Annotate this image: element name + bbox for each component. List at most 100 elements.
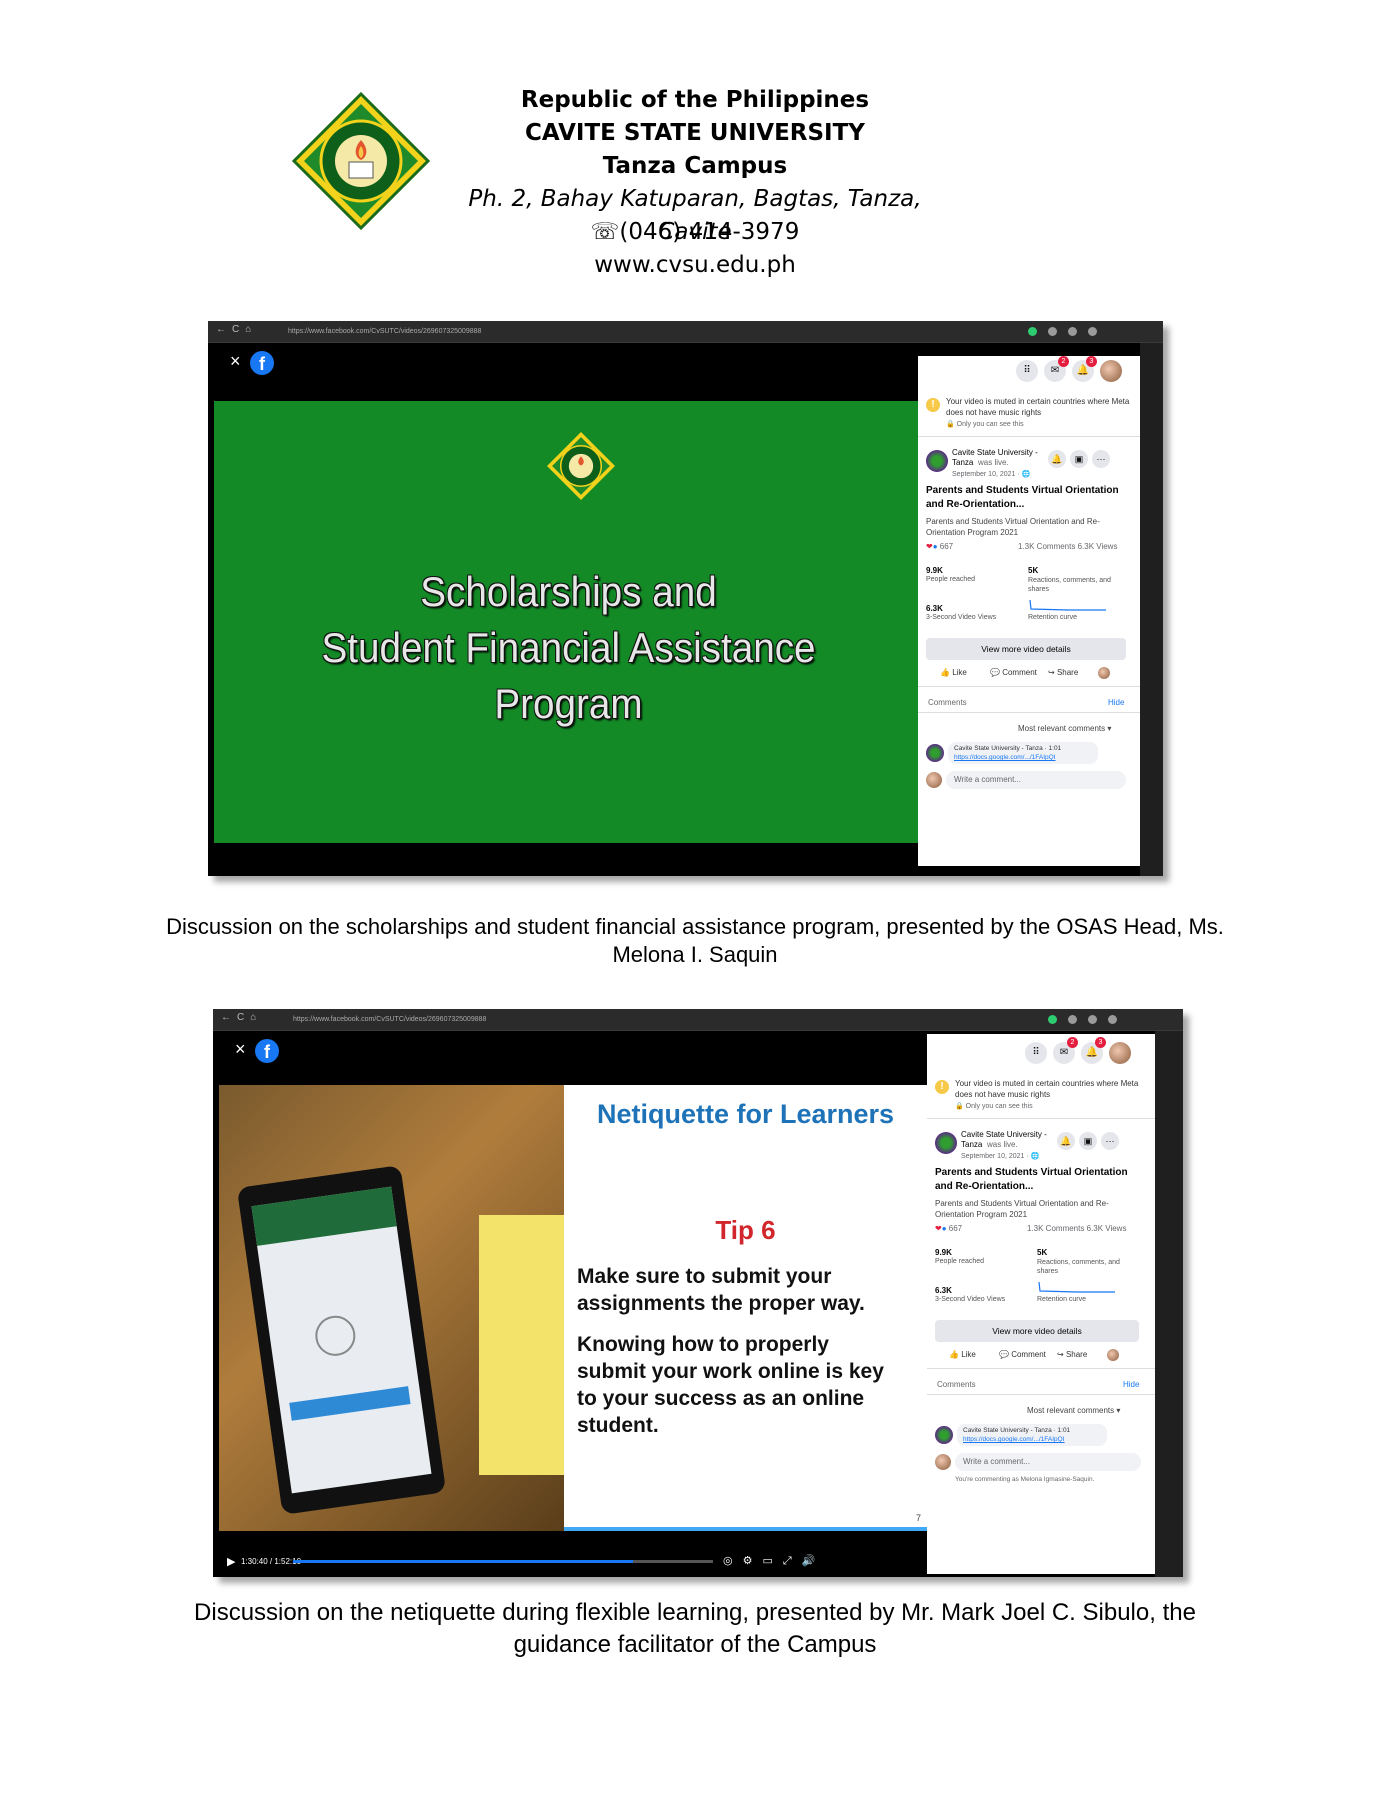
slide-tip-number: Tip 6 [715,1215,776,1245]
comment-sort-dropdown[interactable]: Most relevant comments ▾ [1027,1406,1120,1415]
write-comment-input[interactable]: Write a comment... [946,771,1126,789]
post-title: Parents and Students Virtual Orientation… [926,485,1119,510]
reaction-count: ❤● 667 [926,542,953,551]
divider [918,712,1140,713]
comment-author[interactable]: Cavite State University - Tanza · 1:01 [954,744,1092,753]
page-avatar[interactable] [935,1132,957,1154]
commenter-avatar[interactable] [926,744,944,762]
share-arrow-icon: ↪ [1057,1350,1064,1359]
user-avatar [935,1454,951,1470]
was-live-text: was live. [987,1140,1018,1149]
profile-icon[interactable] [1088,327,1097,336]
close-icon[interactable]: × [230,351,241,372]
like-reaction-icon: ● [941,1224,947,1233]
video-progress-track[interactable] [293,1560,713,1563]
like-reaction-icon: ● [932,542,938,551]
muted-notice-sub: 🔒 Only you can see this [955,1103,1033,1110]
play-icon[interactable]: ▶ [227,1555,235,1568]
browser-sidebar [1140,343,1163,876]
favorites-icon[interactable] [1088,1015,1097,1024]
tablet-photo-image [219,1085,569,1531]
slide-body-2: Knowing how to properly submit your work… [577,1333,884,1437]
retention-curve-graph [1038,1281,1115,1293]
comment-author[interactable]: Cavite State University - Tanza · 1:01 [963,1426,1101,1435]
profile-icon[interactable] [1108,1015,1117,1024]
document-header: Republic of the Philippines CAVITE STATE… [0,0,1390,300]
bell-icon[interactable]: 🔔 [1048,450,1066,468]
reaction-as-avatar[interactable] [1098,667,1110,679]
warning-icon: ! [935,1080,949,1094]
stat-retention-label: Retention curve [1037,1296,1087,1303]
comments-views: 1.3K Comments 6.3K Views [1027,1224,1127,1233]
facebook-video-side-panel: ⠿ ✉ 2 🔔 3 ! Your video is muted in certa… [927,1034,1155,1574]
header-phone: ☏(046) 414-3979 [590,219,800,245]
extension-icon[interactable] [1028,327,1037,336]
slide-heading: Netiquette for Learners [596,1099,895,1129]
save-icon[interactable]: ▣ [1079,1132,1097,1150]
menu-grid-icon[interactable]: ⠿ [1025,1042,1047,1064]
profile-avatar[interactable] [1109,1042,1131,1064]
extension-icon[interactable] [1068,1015,1077,1024]
like-button[interactable]: 👍 Like [940,668,967,677]
share-button[interactable]: ↪ Share [1057,1350,1087,1359]
thumbs-up-icon: 👍 [940,668,950,677]
view-more-details-button[interactable]: View more video details [935,1320,1139,1342]
bell-icon[interactable]: 🔔 [1057,1132,1075,1150]
like-label: Like [961,1350,976,1359]
browser-address-bar[interactable]: https://www.facebook.com/CvSUTC/videos/2… [288,325,888,339]
view-more-details-button[interactable]: View more video details [926,638,1126,660]
comment-link[interactable]: https://docs.google.com/.../1FAIpQI [954,753,1092,762]
comment-bubble-icon: 💬 [999,1350,1009,1359]
save-icon[interactable]: ▣ [1070,450,1088,468]
comment-button[interactable]: 💬 Comment [990,668,1037,677]
like-button[interactable]: 👍 Like [949,1350,976,1359]
stat-reach-label: People reached [926,576,976,583]
extension-icon[interactable] [1048,327,1057,336]
slide-title-line: Scholarships and [420,568,717,615]
stat-views-label: 3-Second Video Views [926,614,997,621]
share-button[interactable]: ↪ Share [1048,668,1078,677]
divider [927,1118,1155,1119]
messenger-badge: 2 [1058,356,1069,367]
slide-title-line: Program [494,680,643,727]
stat-reactions-value: 5K [1028,566,1039,575]
browser-nav-icons[interactable]: ←C⌂ [216,324,257,335]
write-comment-input[interactable]: Write a comment... [955,1453,1141,1471]
profile-avatar[interactable] [1100,360,1122,382]
comment-link[interactable]: https://docs.google.com/.../1FAIpQI [963,1435,1101,1444]
stat-views-value: 6.3K [935,1286,952,1295]
was-live-text: was live. [978,458,1009,467]
video-slide-scholarship[interactable]: Scholarships and Student Financial Assis… [214,401,923,843]
hide-comments-link[interactable]: Hide [1108,698,1124,707]
comment-button[interactable]: 💬 Comment [999,1350,1046,1359]
notifications-badge: 3 [1086,356,1097,367]
browser-address-bar[interactable]: https://www.facebook.com/CvSUTC/videos/2… [293,1013,893,1027]
more-options-icon[interactable]: ⋯ [1101,1132,1119,1150]
page-avatar[interactable] [926,450,948,472]
comment-sort-dropdown[interactable]: Most relevant comments ▾ [1018,724,1111,733]
share-label: Share [1065,1350,1088,1359]
more-options-icon[interactable]: ⋯ [1092,450,1110,468]
browser-sidebar [1155,1031,1183,1577]
facebook-logo-icon[interactable]: f [255,1039,279,1063]
hide-comments-link[interactable]: Hide [1123,1380,1139,1389]
commenter-avatar[interactable] [935,1426,953,1444]
divider [918,686,1140,687]
favorites-icon[interactable] [1068,327,1077,336]
facebook-logo-icon[interactable]: f [250,351,274,375]
browser-nav-icons[interactable]: ←C⌂ [221,1012,262,1023]
video-control-icons[interactable]: ◎⚙▭⤢🔊 [723,1554,825,1568]
thumbs-up-icon: 👍 [949,1350,959,1359]
menu-grid-icon[interactable]: ⠿ [1016,360,1038,382]
close-icon[interactable]: × [235,1039,246,1060]
yellow-notepad [479,1215,569,1475]
slide-page-number: 7 [915,1513,921,1523]
extension-icon[interactable] [1048,1015,1057,1024]
divider [927,1394,1155,1395]
stat-reach-label: People reached [935,1258,985,1265]
reaction-as-avatar[interactable] [1107,1349,1119,1361]
love-reaction-icon: ❤ [935,1224,942,1233]
facebook-video-side-panel: ⠿ ✉ 2 🔔 3 ! Your video is muted in certa… [918,356,1140,866]
comments-heading: Comments [937,1380,976,1389]
video-slide-netiquette[interactable]: Netiquette for Learners Tip 6 Make sure … [564,1085,927,1531]
